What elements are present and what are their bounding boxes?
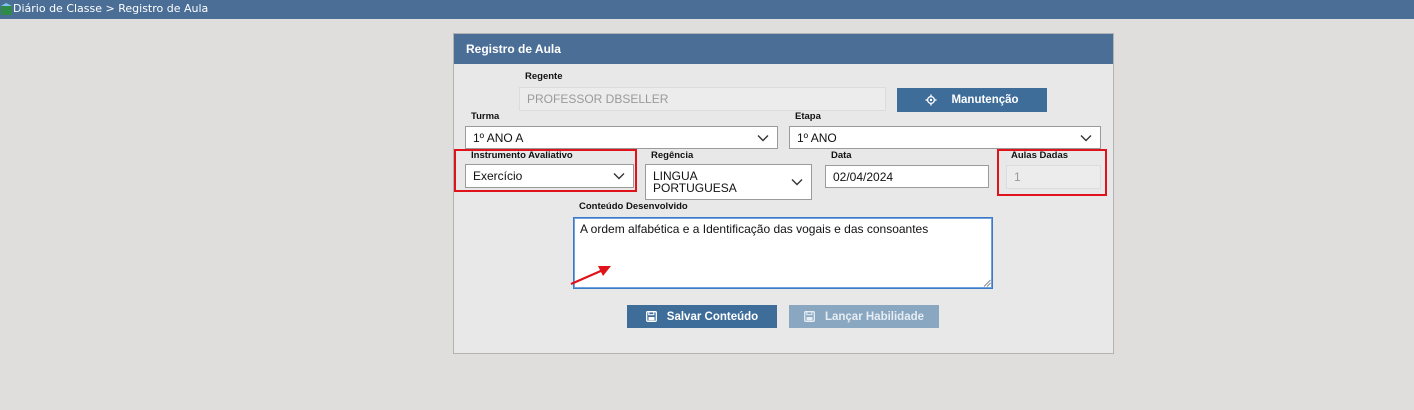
- etapa-label: Etapa: [795, 111, 821, 122]
- resize-handle-icon[interactable]: [983, 279, 991, 287]
- lancar-habilidade-label: Lançar Habilidade: [824, 310, 925, 323]
- aulas-dadas-value: 1: [1014, 170, 1021, 184]
- conteudo-textarea[interactable]: A ordem alfabética e a Identificação das…: [573, 217, 993, 289]
- conteudo-value: A ordem alfabética e a Identificação das…: [580, 222, 929, 236]
- turma-value: 1º ANO A: [473, 130, 524, 145]
- chevron-down-icon: [613, 173, 625, 180]
- regente-field: PROFESSOR DBSELLER: [519, 87, 886, 111]
- etapa-select[interactable]: 1º ANO: [789, 126, 1101, 149]
- regencia-label: Regência: [651, 150, 694, 161]
- instrumento-select[interactable]: Exercício: [465, 164, 634, 188]
- conteudo-label: Conteúdo Desenvolvido: [579, 201, 688, 212]
- lancar-habilidade-button[interactable]: Lançar Habilidade: [789, 305, 939, 328]
- annotation-arrow-icon: [570, 266, 611, 286]
- manutencao-label: Manutenção: [951, 94, 1019, 106]
- aulas-dadas-label: Aulas Dadas: [1011, 150, 1069, 161]
- save-icon: [645, 311, 657, 322]
- turma-select[interactable]: 1º ANO A: [465, 126, 778, 149]
- regente-label: Regente: [525, 71, 563, 82]
- regencia-select[interactable]: LINGUA PORTUGUESA: [645, 164, 812, 200]
- data-value: 02/04/2024: [833, 169, 894, 184]
- breadcrumb-bar: Diário de Classe > Registro de Aula: [0, 0, 1414, 19]
- regencia-value: LINGUA PORTUGUESA: [653, 170, 737, 194]
- turma-label: Turma: [471, 111, 500, 122]
- etapa-value: 1º ANO: [797, 130, 837, 145]
- instrumento-label: Instrumento Avaliativo: [471, 150, 573, 161]
- breadcrumb: Diário de Classe > Registro de Aula: [13, 2, 209, 15]
- aulas-dadas-field: 1: [1006, 165, 1101, 189]
- data-label: Data: [831, 150, 852, 161]
- gear-icon: [925, 94, 937, 106]
- save-icon: [804, 311, 815, 322]
- app-logo-icon: [1, 3, 12, 15]
- chevron-down-icon: [1080, 134, 1092, 141]
- regente-value: PROFESSOR DBSELLER: [527, 92, 669, 106]
- chevron-down-icon: [757, 134, 769, 141]
- instrumento-value: Exercício: [473, 169, 523, 183]
- salvar-conteudo-button[interactable]: Salvar Conteúdo: [627, 305, 777, 328]
- regencia-value-line2: PORTUGUESA: [653, 181, 737, 195]
- panel-title: Registro de Aula: [454, 34, 1113, 64]
- data-input[interactable]: 02/04/2024: [825, 165, 989, 188]
- salvar-conteudo-label: Salvar Conteúdo: [666, 310, 759, 323]
- manutencao-button[interactable]: Manutenção: [897, 88, 1047, 112]
- chevron-down-icon: [791, 179, 803, 186]
